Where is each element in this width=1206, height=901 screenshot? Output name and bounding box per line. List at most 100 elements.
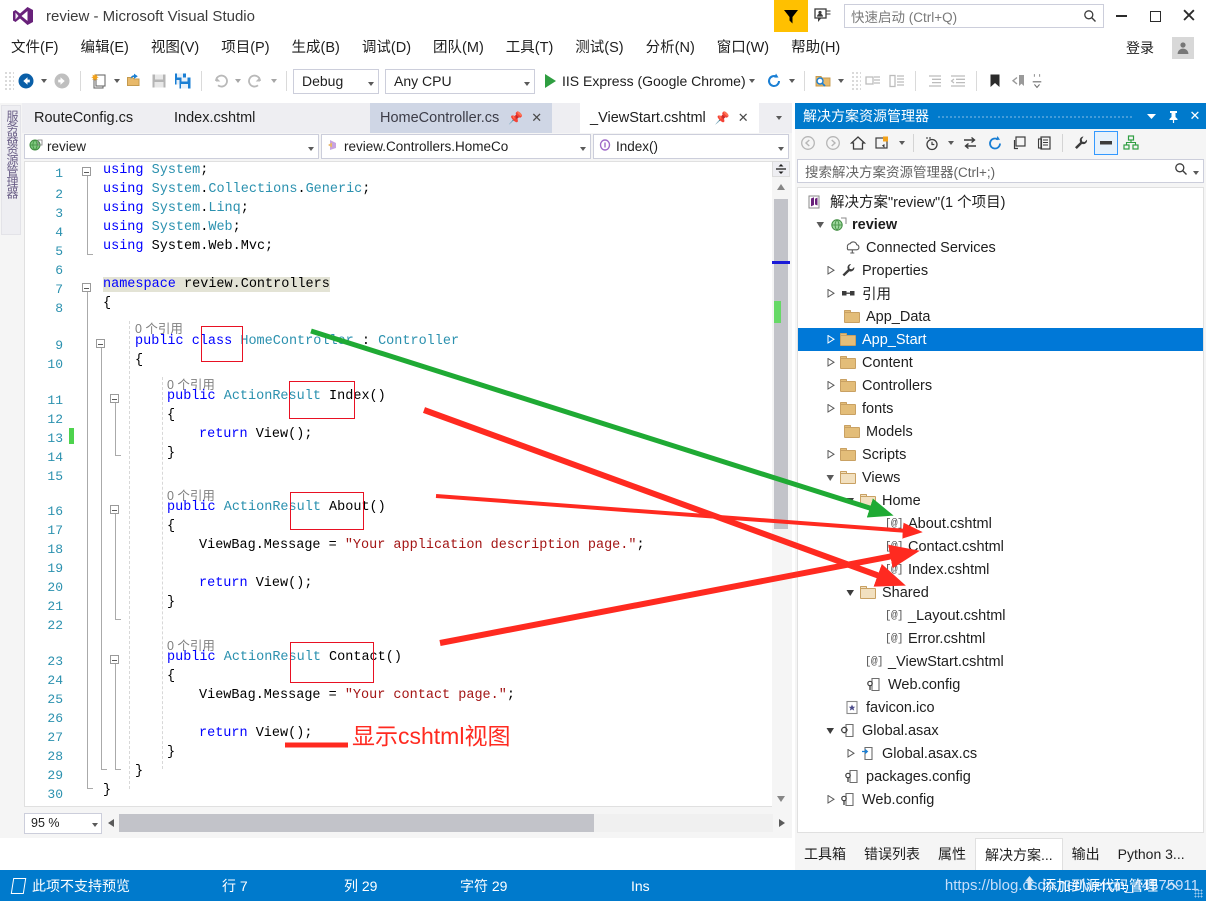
menu-item-window[interactable]: 窗口(W): [706, 32, 780, 64]
bookmark-icon[interactable]: [983, 69, 1007, 93]
zoom-level-combo[interactable]: 95 %: [24, 812, 102, 834]
tree-item-references[interactable]: 引用: [798, 282, 1203, 305]
collapsed-twisty-icon[interactable]: [822, 351, 838, 374]
tree-item-layout-cshtml[interactable]: [@] _Layout.cshtml: [798, 604, 1203, 627]
server-explorer-tab[interactable]: 服务器资源管理器: [1, 105, 21, 235]
tree-item-viewstart-cshtml[interactable]: [@] _ViewStart.cshtml: [798, 650, 1203, 673]
tree-item-index-cshtml[interactable]: [@] Index.cshtml: [798, 558, 1203, 581]
bottom-tab-error-list[interactable]: 错误列表: [855, 839, 929, 869]
outlining-collapse-toggle[interactable]: [110, 655, 119, 664]
horizontal-scroll-thumb[interactable]: [119, 814, 594, 832]
split-view-icon[interactable]: [772, 161, 790, 177]
collapsed-twisty-icon[interactable]: [842, 742, 858, 765]
solution-explorer-search-input[interactable]: 搜索解决方案资源管理器(Ctrl+;): [797, 159, 1204, 183]
expanded-twisty-icon[interactable]: [842, 489, 858, 512]
resize-grip[interactable]: [1194, 889, 1203, 898]
toolbar-grip-2[interactable]: [850, 71, 861, 91]
scroll-left-icon[interactable]: [102, 814, 119, 832]
sign-in-button[interactable]: 登录: [1126, 32, 1154, 64]
menu-item-project[interactable]: 项目(P): [210, 32, 280, 64]
pin-icon[interactable]: 📌: [508, 111, 523, 125]
forward-icon[interactable]: [821, 131, 845, 155]
chevron-up-icon[interactable]: [1165, 878, 1178, 894]
scroll-down-icon[interactable]: [772, 791, 790, 807]
feedback-filter-icon[interactable]: [774, 0, 808, 32]
scroll-up-icon[interactable]: [772, 179, 790, 195]
tree-item-review-project[interactable]: review: [798, 213, 1203, 236]
tree-item-global-asax-cs[interactable]: Global.asax.cs: [798, 742, 1203, 765]
scroll-right-icon[interactable]: [773, 814, 790, 832]
collapsed-twisty-icon[interactable]: [822, 443, 838, 466]
expanded-twisty-icon[interactable]: [822, 466, 838, 489]
redo-dropdown[interactable]: [268, 69, 280, 93]
expanded-twisty-icon[interactable]: [842, 581, 858, 604]
menu-item-help[interactable]: 帮助(H): [780, 32, 851, 64]
pin-icon[interactable]: 📌: [715, 111, 730, 125]
menu-item-build[interactable]: 生成(B): [281, 32, 351, 64]
collapsed-twisty-icon[interactable]: [822, 328, 838, 351]
tree-item-error-cshtml[interactable]: [@] Error.cshtml: [798, 627, 1203, 650]
refresh-icon[interactable]: [983, 131, 1007, 155]
add-to-source-control-button[interactable]: 添加到源代码管理: [1023, 870, 1178, 901]
tree-item-root-webconfig[interactable]: Web.config: [798, 788, 1203, 811]
outlining-collapse-toggle[interactable]: [82, 167, 91, 176]
tree-item-packages-config[interactable]: packages.config: [798, 765, 1203, 788]
editor-tab-viewstart[interactable]: _ViewStart.cshtml 📌 ✕: [580, 103, 759, 133]
menu-item-team[interactable]: 团队(M): [422, 32, 495, 64]
previous-bookmark-icon[interactable]: [1007, 69, 1031, 93]
tree-item-app-start[interactable]: App_Start: [798, 328, 1203, 351]
uncomment-icon[interactable]: [885, 69, 909, 93]
tree-item-about-cshtml[interactable]: [@] About.cshtml: [798, 512, 1203, 535]
navigate-back-dropdown[interactable]: [38, 69, 50, 93]
solution-configuration-combo[interactable]: Debug: [293, 68, 379, 94]
comment-icon[interactable]: [861, 69, 885, 93]
tree-item-controllers[interactable]: Controllers: [798, 374, 1203, 397]
tree-item-views[interactable]: Views: [798, 466, 1203, 489]
minimize-icon[interactable]: [1104, 0, 1138, 32]
tree-item-global-asax[interactable]: Global.asax: [798, 719, 1203, 742]
tree-item-app-data[interactable]: App_Data: [798, 305, 1203, 328]
navbar-project-combo[interactable]: review: [24, 134, 319, 159]
vertical-scroll-thumb[interactable]: [774, 199, 788, 529]
preview-selected-items-icon[interactable]: [1094, 131, 1118, 155]
account-icon[interactable]: [1172, 37, 1194, 59]
show-all-files-icon[interactable]: [1033, 131, 1057, 155]
tree-item-connected-services[interactable]: Connected Services: [798, 236, 1203, 259]
collapsed-twisty-icon[interactable]: [822, 282, 838, 305]
collapsed-twisty-icon[interactable]: [822, 374, 838, 397]
quick-launch-input[interactable]: 快速启动 (Ctrl+Q): [844, 4, 1104, 28]
close-icon[interactable]: ✕: [738, 110, 749, 126]
bottom-tab-python[interactable]: Python 3...: [1109, 839, 1194, 869]
properties-wrench-icon[interactable]: [1069, 131, 1093, 155]
home-icon[interactable]: [846, 131, 870, 155]
undo-dropdown[interactable]: [232, 69, 244, 93]
solution-explorer-tree[interactable]: 解决方案"review"(1 个项目) review Connected Ser…: [797, 187, 1204, 833]
chevron-down-icon[interactable]: [746, 69, 758, 93]
chevron-down-icon[interactable]: [896, 131, 908, 155]
collapsed-twisty-icon[interactable]: [822, 788, 838, 811]
class-view-icon[interactable]: [1119, 131, 1143, 155]
tree-item-properties[interactable]: Properties: [798, 259, 1203, 282]
navbar-type-combo[interactable]: review.Controllers.HomeCo: [321, 134, 591, 159]
tree-item-solution[interactable]: 解决方案"review"(1 个项目): [798, 190, 1203, 213]
navigate-forward-icon[interactable]: [50, 69, 74, 93]
outlining-margin[interactable]: [81, 162, 121, 806]
tree-item-shared-folder[interactable]: Shared: [798, 581, 1203, 604]
tree-item-models[interactable]: Models: [798, 420, 1203, 443]
menu-item-tools[interactable]: 工具(T): [495, 32, 565, 64]
pending-changes-icon[interactable]: [920, 131, 944, 155]
collapsed-twisty-icon[interactable]: [822, 259, 838, 282]
chevron-down-icon[interactable]: [945, 131, 957, 155]
collapsed-twisty-icon[interactable]: [822, 397, 838, 420]
tree-item-scripts[interactable]: Scripts: [798, 443, 1203, 466]
send-feedback-icon[interactable]: [808, 0, 838, 32]
pin-icon[interactable]: [1162, 103, 1184, 129]
toolbar-grip[interactable]: [4, 71, 14, 91]
start-debugging-button[interactable]: IIS Express (Google Chrome): [541, 68, 762, 94]
bottom-tab-properties[interactable]: 属性: [929, 839, 975, 869]
menu-item-view[interactable]: 视图(V): [140, 32, 210, 64]
redo-icon[interactable]: [244, 69, 268, 93]
refresh-icon[interactable]: [762, 69, 786, 93]
navigate-back-icon[interactable]: [14, 69, 38, 93]
sync-with-active-document-icon[interactable]: [958, 131, 982, 155]
